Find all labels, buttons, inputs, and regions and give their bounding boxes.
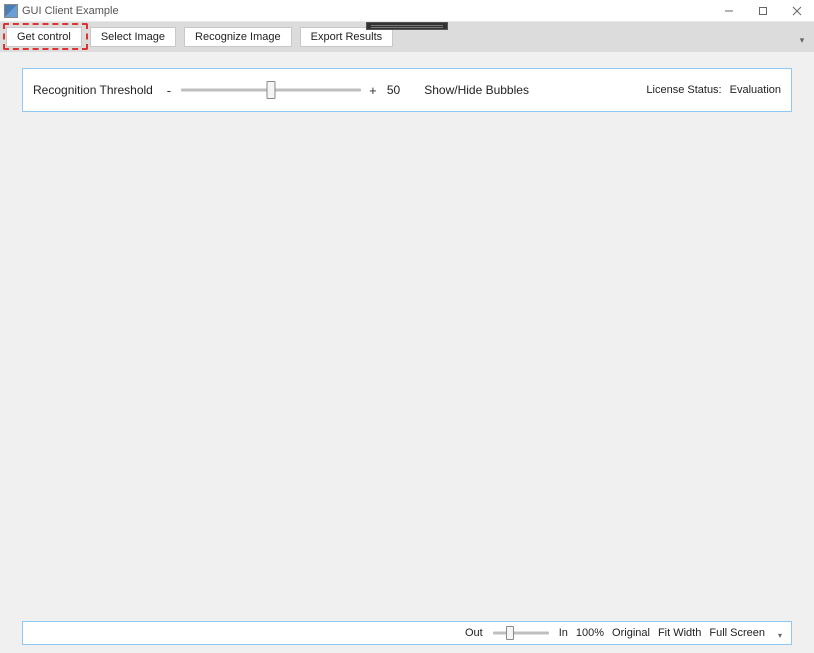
select-image-button[interactable]: Select Image	[90, 27, 176, 47]
zoom-full-screen-button[interactable]: Full Screen	[709, 627, 765, 639]
zoom-fit-width-button[interactable]: Fit Width	[658, 627, 701, 639]
zoom-percent: 100%	[576, 627, 604, 639]
zoom-out-button[interactable]: Out	[465, 627, 483, 639]
threshold-decrement-button[interactable]: -	[163, 83, 175, 98]
recognize-image-button[interactable]: Recognize Image	[184, 27, 292, 47]
slider-track	[493, 632, 549, 635]
window-titlebar: GUI Client Example	[0, 0, 814, 22]
threshold-label: Recognition Threshold	[33, 83, 153, 97]
threshold-slider[interactable]	[181, 81, 361, 99]
slider-thumb[interactable]	[506, 626, 514, 640]
zoom-panel: Out In 100% Original Fit Width Full Scre…	[22, 621, 792, 645]
threshold-panel: Recognition Threshold - + 50 Show/Hide B…	[22, 68, 792, 112]
close-button[interactable]	[780, 0, 814, 22]
toolbar: Get control Select Image Recognize Image…	[0, 22, 814, 52]
export-results-button[interactable]: Export Results	[300, 27, 394, 47]
slider-thumb[interactable]	[266, 81, 275, 99]
toolbar-overflow-icon[interactable]: ▾	[796, 28, 808, 46]
zoom-overflow-icon[interactable]: ▾	[775, 626, 785, 640]
license-value: Evaluation	[730, 84, 781, 96]
threshold-increment-button[interactable]: +	[367, 83, 379, 98]
zoom-in-button[interactable]: In	[559, 627, 568, 639]
zoom-slider[interactable]	[493, 625, 549, 641]
get-control-button[interactable]: Get control	[6, 27, 82, 47]
maximize-button[interactable]	[746, 0, 780, 22]
zoom-original-button[interactable]: Original	[612, 627, 650, 639]
window-controls	[712, 0, 814, 22]
license-status: License Status: Evaluation	[646, 84, 781, 96]
window-title: GUI Client Example	[22, 5, 119, 17]
threshold-value: 50	[387, 83, 400, 97]
toolbar-grip-icon	[366, 22, 448, 30]
app-icon	[4, 4, 18, 18]
content-area: Recognition Threshold - + 50 Show/Hide B…	[0, 52, 814, 653]
toggle-bubbles-button[interactable]: Show/Hide Bubbles	[424, 83, 529, 97]
license-label: License Status:	[646, 84, 721, 96]
workspace	[22, 112, 792, 621]
minimize-button[interactable]	[712, 0, 746, 22]
